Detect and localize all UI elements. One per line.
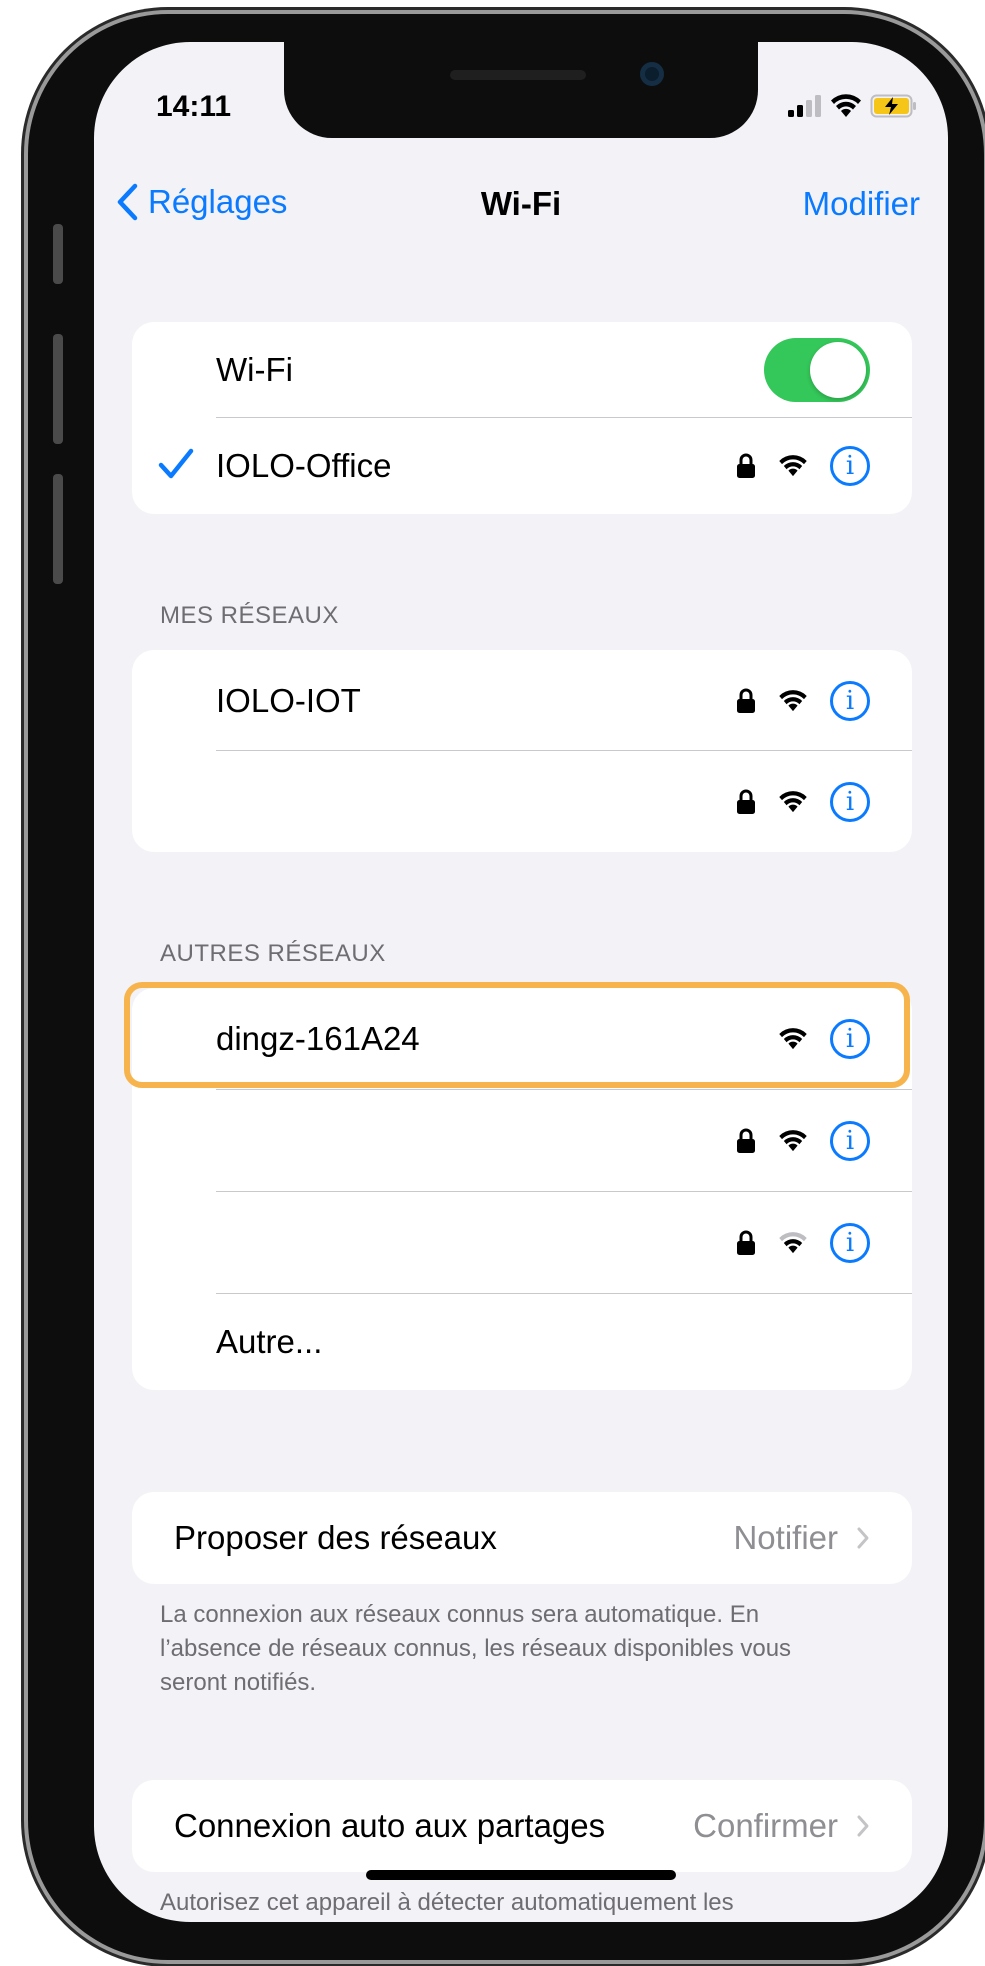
chevron-right-icon	[857, 1527, 869, 1549]
lock-icon	[737, 1128, 755, 1153]
connected-network-name: IOLO-Office	[216, 447, 392, 484]
network-row[interactable]: i	[132, 1090, 912, 1192]
network-row[interactable]: i	[132, 751, 912, 852]
ask-to-join-group[interactable]: Proposer des réseaux Notifier	[132, 1492, 912, 1584]
lock-icon	[737, 688, 755, 713]
wifi-toggle-label: Wi-Fi	[216, 351, 293, 388]
my-networks-group: IOLO-IOT i i	[132, 650, 912, 852]
wifi-status-icon	[831, 94, 861, 117]
ask-to-join-label: Proposer des réseaux	[174, 1519, 497, 1556]
chevron-right-icon	[857, 1815, 869, 1837]
camera	[640, 62, 664, 86]
network-icons: i	[736, 781, 870, 822]
volume-up-button	[53, 334, 63, 444]
speaker	[450, 70, 586, 80]
battery-charging-icon	[870, 94, 916, 118]
lock-icon	[737, 1230, 755, 1255]
network-icons: i	[736, 680, 870, 721]
auto-hotspot-note: Autorisez cet appareil à détecter automa…	[160, 1889, 734, 1916]
highlight-box	[124, 982, 910, 1088]
ask-to-join-value: Notifier	[733, 1519, 838, 1556]
edit-button[interactable]: Modifier	[803, 185, 920, 223]
network-row[interactable]: IOLO-IOT i	[132, 650, 912, 751]
ask-to-join-value-group: Notifier	[733, 1519, 870, 1557]
auto-hotspot-value-group: Confirmer	[693, 1807, 870, 1845]
other-networks-header: AUTRES RÉSEAUX	[160, 940, 386, 967]
mute-switch	[53, 224, 63, 284]
auto-hotspot-value: Confirmer	[693, 1807, 838, 1844]
checkmark-icon	[158, 448, 194, 479]
info-icon[interactable]: i	[830, 446, 870, 486]
network-icons: i	[736, 1223, 870, 1263]
other-network-label: Autre...	[216, 1323, 323, 1360]
lock-icon	[737, 453, 755, 478]
network-name: IOLO-IOT	[216, 681, 361, 719]
ask-to-join-row[interactable]: Proposer des réseaux Notifier	[132, 1492, 912, 1584]
wifi-toggle-row: Wi-Fi	[132, 322, 912, 418]
connected-network-row[interactable]: IOLO-Office i	[132, 418, 912, 514]
wifi-group: Wi-Fi IOLO-Office i	[132, 322, 912, 514]
wifi-signal-icon	[779, 689, 807, 711]
cellular-signal-icon	[788, 95, 821, 117]
volume-down-button	[53, 474, 63, 584]
toggle-knob	[810, 342, 866, 398]
auto-hotspot-row[interactable]: Connexion auto aux partages Confirmer	[132, 1780, 912, 1872]
lock-icon	[737, 789, 755, 814]
home-indicator[interactable]	[366, 1870, 676, 1880]
info-icon[interactable]: i	[830, 1121, 870, 1161]
my-networks-header: MES RÉSEAUX	[160, 602, 339, 629]
info-icon[interactable]: i	[830, 680, 870, 721]
screen: 14:11 Réglages Wi-Fi Modifier Wi-Fi IOLO…	[94, 42, 948, 1922]
network-icons: i	[736, 1121, 870, 1161]
status-time: 14:11	[156, 90, 232, 123]
network-row[interactable]: i	[132, 1192, 912, 1294]
ask-to-join-note: La connexion aux réseaux connus sera aut…	[160, 1601, 792, 1696]
info-icon[interactable]: i	[830, 781, 870, 822]
auto-hotspot-label: Connexion auto aux partages	[174, 1807, 606, 1844]
notch	[284, 42, 758, 138]
auto-hotspot-group[interactable]: Connexion auto aux partages Confirmer	[132, 1780, 912, 1872]
wifi-toggle-switch[interactable]	[764, 338, 870, 402]
status-icons	[788, 94, 918, 118]
network-icons: i	[736, 446, 870, 486]
wifi-weak-signal-icon	[779, 1232, 807, 1254]
wifi-signal-icon	[779, 790, 807, 812]
wifi-signal-icon	[779, 455, 807, 477]
wifi-signal-icon	[779, 1130, 807, 1152]
other-network-row[interactable]: Autre...	[132, 1294, 912, 1390]
info-icon[interactable]: i	[830, 1223, 870, 1263]
